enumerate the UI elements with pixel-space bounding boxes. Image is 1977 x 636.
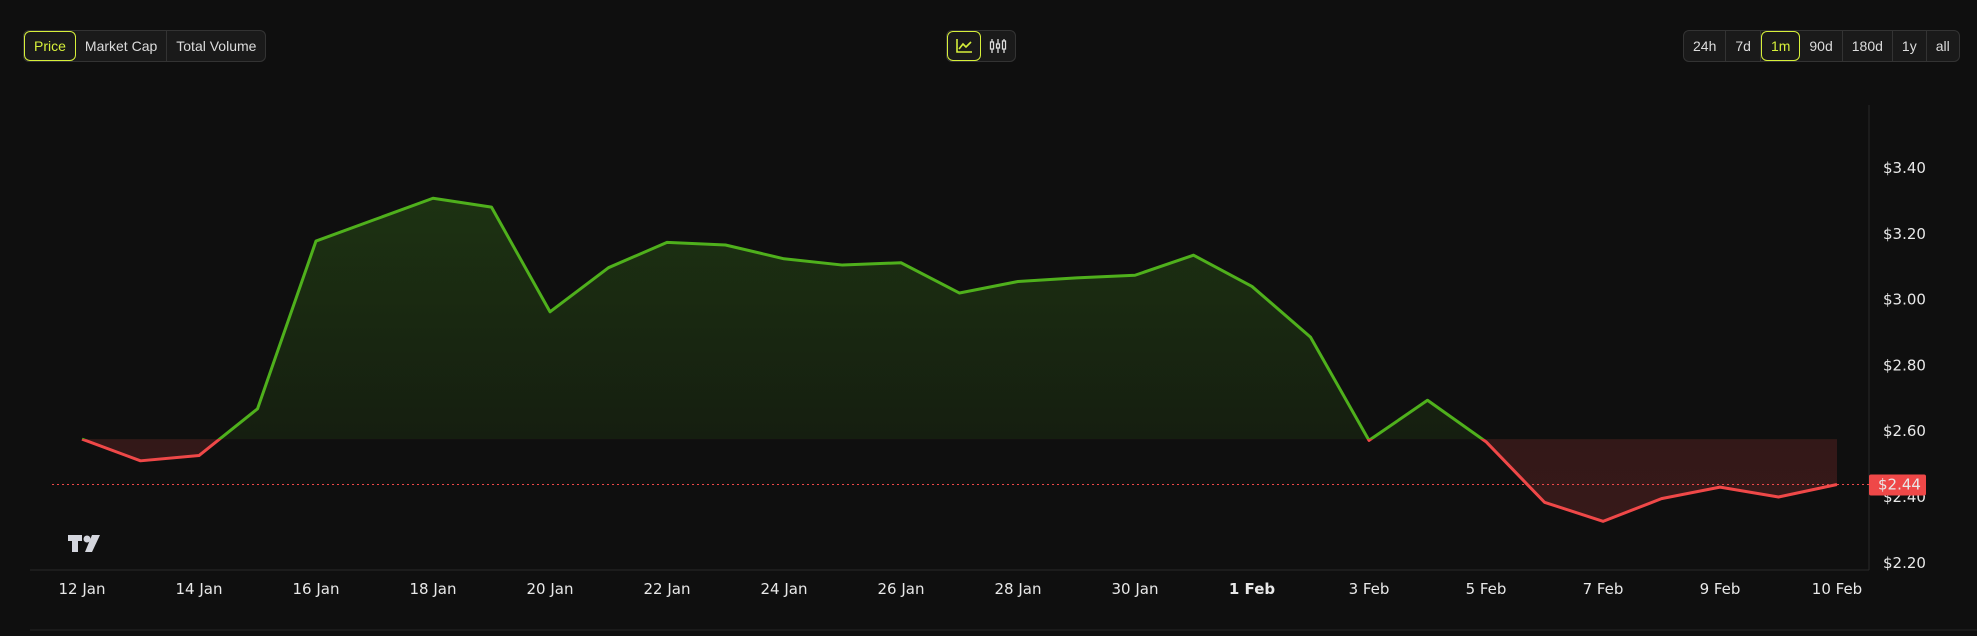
x-tick-label: 3 Feb bbox=[1349, 580, 1390, 598]
data-point bbox=[842, 264, 844, 266]
data-point bbox=[315, 240, 317, 242]
data-point bbox=[666, 241, 668, 243]
data-point bbox=[1134, 274, 1136, 276]
data-point bbox=[140, 460, 142, 462]
data-point bbox=[1251, 285, 1253, 287]
x-tick-label: 14 Jan bbox=[176, 580, 223, 598]
data-point bbox=[1017, 281, 1019, 283]
data-point bbox=[1427, 399, 1429, 401]
y-tick-label: $2.80 bbox=[1883, 356, 1926, 374]
current-price-label: $2.44 bbox=[1878, 475, 1921, 493]
data-point bbox=[1310, 336, 1312, 338]
data-point bbox=[1544, 501, 1546, 503]
y-tick-label: $3.40 bbox=[1883, 159, 1926, 177]
current-price-badge: $2.44 bbox=[1869, 474, 1926, 496]
x-tick-label: 16 Jan bbox=[293, 580, 340, 598]
data-point bbox=[198, 455, 200, 457]
data-point bbox=[374, 219, 376, 221]
data-point bbox=[1661, 498, 1663, 500]
data-point bbox=[1719, 486, 1721, 488]
data-point bbox=[432, 197, 434, 199]
x-tick-label: 20 Jan bbox=[527, 580, 574, 598]
y-tick-label: $2.60 bbox=[1883, 422, 1926, 440]
x-tick-label: 30 Jan bbox=[1112, 580, 1159, 598]
x-tick-label: 1 Feb bbox=[1229, 580, 1275, 598]
x-tick-label: 10 Feb bbox=[1812, 580, 1862, 598]
data-point bbox=[491, 206, 493, 208]
data-point bbox=[900, 262, 902, 264]
data-point bbox=[1778, 496, 1780, 498]
y-tick-label: $3.20 bbox=[1883, 225, 1926, 243]
x-tick-label: 18 Jan bbox=[410, 580, 457, 598]
data-point bbox=[1485, 441, 1487, 443]
tradingview-logo bbox=[68, 535, 100, 552]
y-tick-label: $3.00 bbox=[1883, 291, 1926, 309]
data-point bbox=[1368, 439, 1370, 441]
data-point bbox=[1076, 277, 1078, 279]
x-tick-label: 5 Feb bbox=[1466, 580, 1507, 598]
data-point bbox=[1602, 520, 1604, 522]
x-tick-label: 24 Jan bbox=[761, 580, 808, 598]
data-point bbox=[959, 292, 961, 294]
x-tick-label: 26 Jan bbox=[878, 580, 925, 598]
data-point bbox=[725, 244, 727, 246]
data-point bbox=[1193, 254, 1195, 256]
price-chart[interactable]: $3.40$3.20$3.00$2.80$2.60$2.40$2.20 12 J… bbox=[0, 0, 1977, 636]
x-tick-label: 22 Jan bbox=[644, 580, 691, 598]
x-tick-label: 28 Jan bbox=[995, 580, 1042, 598]
data-point bbox=[783, 258, 785, 260]
data-point bbox=[81, 438, 83, 440]
x-tick-label: 9 Feb bbox=[1700, 580, 1741, 598]
data-point bbox=[549, 311, 551, 313]
x-tick-label: 12 Jan bbox=[59, 580, 106, 598]
x-tick-label: 7 Feb bbox=[1583, 580, 1624, 598]
data-point bbox=[257, 408, 259, 410]
data-point bbox=[608, 267, 610, 269]
y-tick-label: $2.20 bbox=[1883, 554, 1926, 572]
